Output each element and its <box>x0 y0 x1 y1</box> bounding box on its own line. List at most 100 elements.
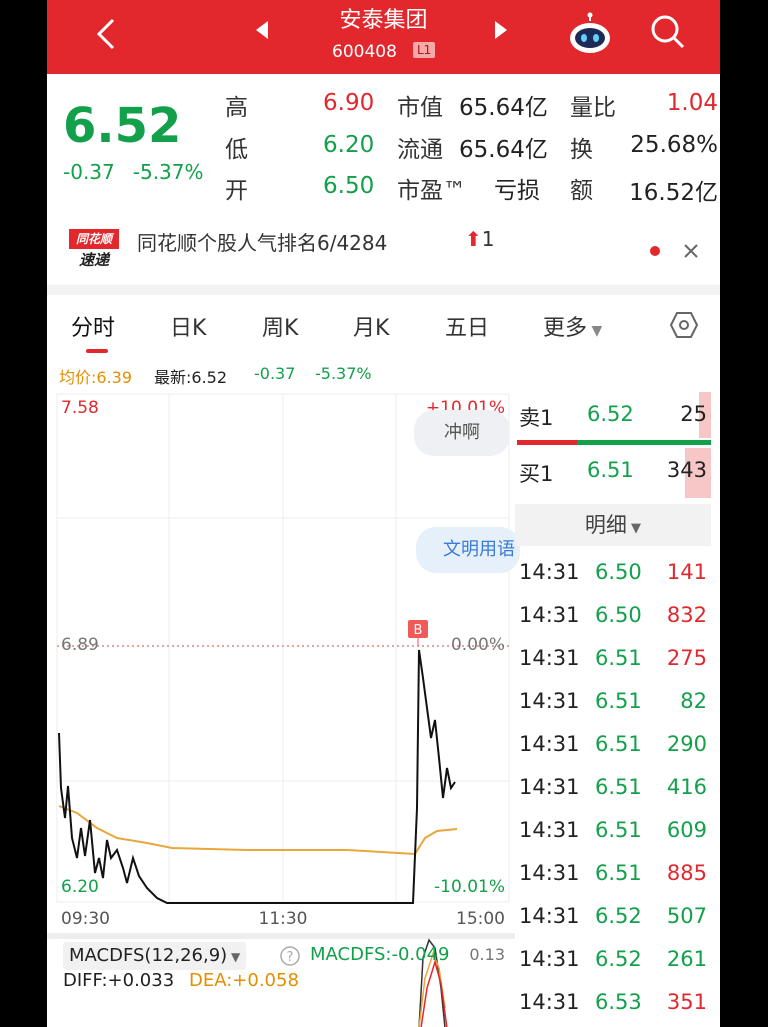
popularity-text: 同花顺个股人气排名6/4284 <box>137 231 388 255</box>
sell-volume: 25 <box>680 402 707 426</box>
tab-monthly-k[interactable]: 月K <box>353 310 389 342</box>
avg-price-label: 均价:6.39 <box>59 368 133 387</box>
tick-volume: 507 <box>666 904 707 928</box>
stock-code: 600408 <box>332 42 397 62</box>
bottom-pct-label: -10.01% <box>434 877 505 897</box>
tick-price: 6.51 <box>595 646 642 670</box>
popularity-news-row[interactable]: 同花顺 速递 同花顺个股人气排名6/4284 ⬆1 <box>47 215 720 285</box>
top-price-label: 7.58 <box>61 398 99 418</box>
buy-volume: 343 <box>666 458 707 482</box>
time-label-open: 09:30 <box>61 909 110 929</box>
robot-assistant-icon[interactable] <box>567 12 613 56</box>
help-icon[interactable]: ? <box>279 945 301 967</box>
volume-ratio-label: 量比 <box>570 95 616 121</box>
macd-value: MACDFS:-0.049 <box>310 944 450 965</box>
header-bar: 安泰集团 600408 L1 <box>47 0 720 74</box>
macd-selector[interactable]: MACDFS(12,26,9) ▼ <box>63 942 247 970</box>
next-stock-icon[interactable] <box>493 20 509 40</box>
tick-time: 14:31 <box>519 861 580 885</box>
tick-volume: 416 <box>666 775 707 799</box>
market-cap-value: 65.64亿 <box>459 95 548 121</box>
tick-price: 6.51 <box>595 689 642 713</box>
open-label: 开 <box>225 178 248 204</box>
level-badge: L1 <box>413 42 436 58</box>
tick-price: 6.52 <box>595 904 642 928</box>
notification-dot-icon <box>650 246 660 256</box>
tab-weekly-k[interactable]: 周K <box>262 310 298 342</box>
buy-label: 买1 <box>519 462 554 486</box>
tick-price: 6.51 <box>595 861 642 885</box>
tick-volume: 141 <box>666 560 707 584</box>
mid-pct-label: 0.00% <box>451 635 505 655</box>
tab-five-day[interactable]: 五日 <box>445 310 489 342</box>
tick-volume: 885 <box>666 861 707 885</box>
tick-volume: 275 <box>666 646 707 670</box>
tab-more[interactable]: 更多 ▼ <box>543 310 602 342</box>
tick-volume: 261 <box>666 947 707 971</box>
amount-value: 16.52亿 <box>629 180 718 206</box>
buy-row[interactable]: 买1 6.51 343 <box>515 448 711 498</box>
sell-price: 6.52 <box>587 402 634 426</box>
chart-grid <box>56 393 510 903</box>
turnover-value: 25.68% <box>630 132 718 158</box>
info-change: -0.37 <box>254 364 296 383</box>
search-icon[interactable] <box>648 12 688 52</box>
market-cap-label: 市值 <box>397 95 443 121</box>
sell-label: 卖1 <box>519 406 554 430</box>
tick-volume: 351 <box>666 990 707 1014</box>
section-divider <box>47 285 720 295</box>
comment-pill-2[interactable]: 文明用语 <box>416 527 520 573</box>
tab-daily-k[interactable]: 日K <box>170 310 206 342</box>
avg-price-line <box>58 805 458 856</box>
intraday-chart[interactable]: B 7.58 6.89 6.20 +10.01% 0.00% -10.01% 0… <box>47 388 515 1027</box>
high-label: 高 <box>225 95 248 121</box>
tick-volume: 82 <box>680 689 707 713</box>
tick-time: 14:31 <box>519 689 580 713</box>
comment-pill-1[interactable]: 冲啊 <box>414 410 510 456</box>
up-arrow-icon: ⬆ <box>465 227 482 251</box>
bottom-price-label: 6.20 <box>61 877 99 897</box>
tick-price: 6.51 <box>595 775 642 799</box>
ths-express-logo: 同花顺 速递 <box>69 229 119 273</box>
dropdown-triangle-icon: ▼ <box>587 323 603 339</box>
time-label-close: 15:00 <box>456 909 505 929</box>
buy-marker[interactable]: B <box>408 620 428 646</box>
float-cap-value: 65.64亿 <box>459 137 548 163</box>
pe-value: 亏损 <box>494 178 540 204</box>
tab-intraday[interactable]: 分时 <box>71 310 115 342</box>
dropdown-triangle-icon: ▼ <box>227 950 241 964</box>
macd-axis-value: 0.13 <box>469 945 505 964</box>
settings-hexagon-icon[interactable] <box>669 310 699 340</box>
sell-row[interactable]: 卖1 6.52 25 <box>515 392 711 442</box>
rank-change: ⬆1 <box>465 227 495 251</box>
pe-label: 市盈™ <box>397 178 466 204</box>
tick-time: 14:31 <box>519 947 580 971</box>
active-tab-indicator <box>86 349 108 353</box>
time-label-noon: 11:30 <box>259 909 308 929</box>
macd-dea: DEA:+0.058 <box>189 970 299 991</box>
tick-time: 14:31 <box>519 603 580 627</box>
info-change-pct: -5.37% <box>315 364 372 383</box>
close-icon[interactable] <box>683 243 699 259</box>
detail-header[interactable]: 明细 ▼ <box>515 504 711 546</box>
dropdown-triangle-icon: ▼ <box>626 521 642 536</box>
buy-price: 6.51 <box>587 458 634 482</box>
tick-volume: 290 <box>666 732 707 756</box>
prev-stock-icon[interactable] <box>254 20 270 40</box>
price-change: -0.37 -5.37% <box>63 160 204 184</box>
float-cap-label: 流通 <box>397 137 443 163</box>
tick-volume: 609 <box>666 818 707 842</box>
tick-price: 6.50 <box>595 560 642 584</box>
svg-text:?: ? <box>287 950 294 965</box>
open-value: 6.50 <box>323 173 375 199</box>
macd-diff: DIFF:+0.033 <box>63 970 175 991</box>
latest-price-label: 最新:6.52 <box>154 368 228 387</box>
tick-price: 6.53 <box>595 990 642 1014</box>
tick-time: 14:31 <box>519 818 580 842</box>
tick-volume: 832 <box>666 603 707 627</box>
svg-text:B: B <box>414 623 423 638</box>
tick-time: 14:31 <box>519 732 580 756</box>
tick-price: 6.51 <box>595 732 642 756</box>
phone-screen: 安泰集团 600408 L1 6.52 -0.37 -5.37% 高 6.90 市… <box>47 0 720 1027</box>
tick-time: 14:31 <box>519 990 580 1014</box>
